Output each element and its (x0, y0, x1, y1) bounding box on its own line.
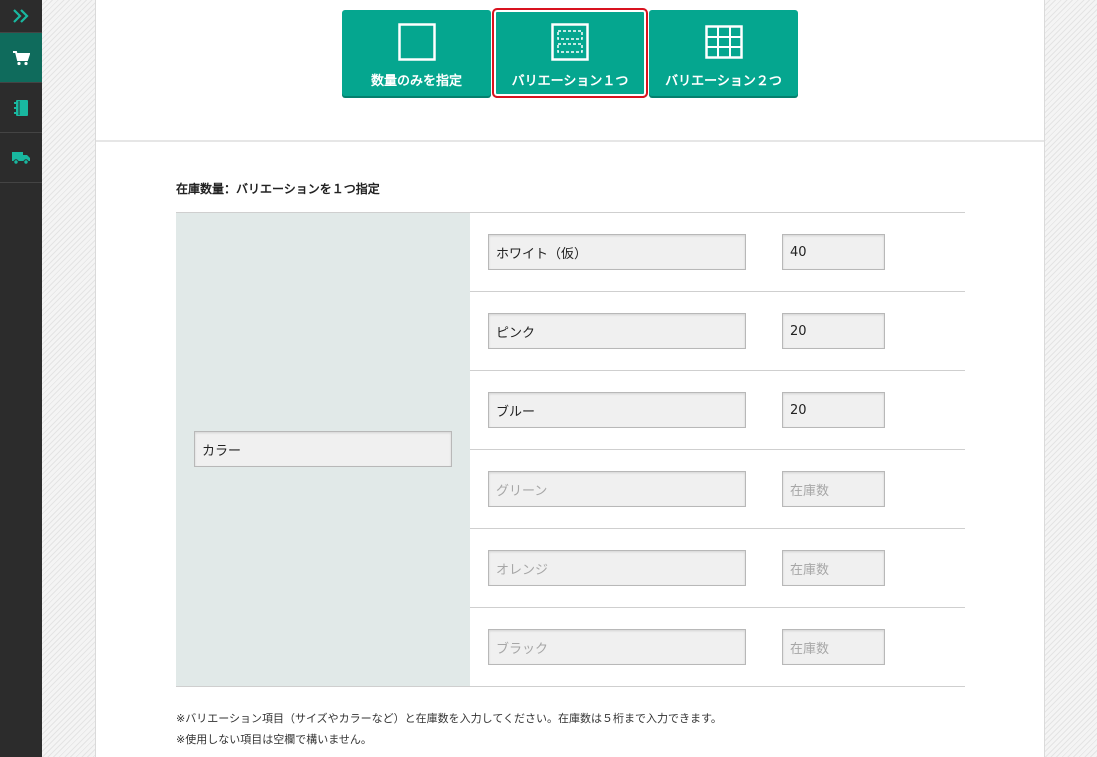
quantity-only-button[interactable]: 数量のみを指定 (342, 10, 491, 96)
variation-row: オレンジ 在庫数 (470, 529, 965, 608)
truck-icon (12, 152, 30, 165)
stock-quantity-input[interactable]: 40 (782, 234, 885, 270)
left-gutter (42, 0, 95, 757)
stock-quantity-input[interactable]: 在庫数 (782, 471, 885, 507)
variation-two-label: バリエーション２つ (665, 74, 782, 89)
variation-one-label: バリエーション１つ (511, 74, 629, 89)
single-box-icon (397, 23, 436, 61)
notebook-icon (14, 99, 28, 116)
table-grid-icon (704, 25, 743, 59)
stock-quantity-input[interactable]: 在庫数 (782, 550, 885, 586)
help-note-1: ※バリエーション項目（サイズやカラーなど）と在庫数を入力してください。在庫数は５… (176, 712, 722, 725)
quantity-only-label: 数量のみを指定 (370, 74, 462, 89)
variation-row: ブルー 20 (470, 371, 965, 450)
right-gutter (1045, 0, 1097, 757)
stock-quantity-input[interactable]: 20 (782, 392, 885, 428)
variation-name-input[interactable]: カラー (194, 431, 452, 467)
mode-selector: 数量のみを指定 バリエーション１つ バリエーション２つ (96, 0, 1044, 142)
stock-table: カラー ホワイト（仮） 40 ピンク 20 ブルー 20 グリーン 在庫数 オレンジ 在庫数 ブラッ… (176, 212, 965, 687)
help-note-2: ※使用しない項目は空欄で構いません。 (176, 733, 372, 746)
variation-value-input[interactable]: オレンジ (488, 550, 746, 586)
sidebar-item-cart[interactable] (0, 33, 42, 83)
variation-value-input[interactable]: ブラック (488, 629, 746, 665)
cart-icon (13, 50, 30, 65)
sidebar (0, 0, 42, 757)
variation-two-button[interactable]: バリエーション２つ (649, 10, 798, 96)
sidebar-item-notebook[interactable] (0, 83, 42, 133)
help-notes: ※バリエーション項目（サイズやカラーなど）と在庫数を入力してください。在庫数は５… (176, 708, 722, 750)
variation-row: ホワイト（仮） 40 (470, 213, 965, 292)
variation-value-input[interactable]: グリーン (488, 471, 746, 507)
variation-value-input[interactable]: ホワイト（仮） (488, 234, 746, 270)
chevron-double-right-icon (13, 9, 29, 23)
variation-value-input[interactable]: ブルー (488, 392, 746, 428)
stock-quantity-input[interactable]: 在庫数 (782, 629, 885, 665)
main-panel: 数量のみを指定 バリエーション１つ バリエーション２つ 在庫数量：バリエーション… (95, 0, 1045, 757)
variation-name-cell: カラー (176, 213, 470, 686)
variation-row: グリーン 在庫数 (470, 450, 965, 529)
sidebar-item-delivery[interactable] (0, 133, 42, 183)
stock-quantity-input[interactable]: 20 (782, 313, 885, 349)
rows-grid-icon (551, 23, 589, 61)
variation-row: ピンク 20 (470, 292, 965, 371)
variation-row: ブラック 在庫数 (470, 608, 965, 687)
stock-section-title: 在庫数量：バリエーションを１つ指定 (176, 182, 380, 196)
sidebar-toggle[interactable] (0, 0, 42, 33)
variation-one-button[interactable]: バリエーション１つ (492, 8, 648, 98)
variation-value-input[interactable]: ピンク (488, 313, 746, 349)
